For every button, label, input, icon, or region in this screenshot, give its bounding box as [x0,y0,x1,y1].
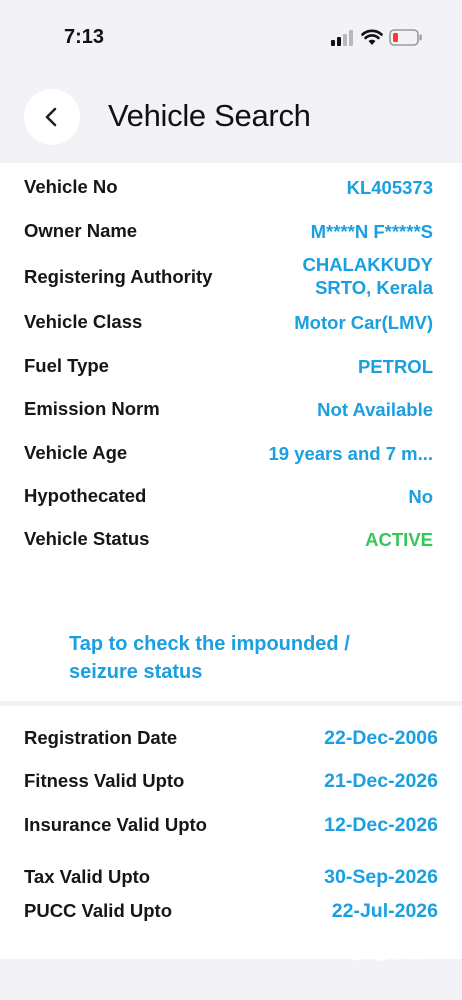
detail-label: Hypothecated [24,485,147,506]
detail-value: Motor Car(LMV) [294,312,433,333]
detail-value: CHALAKKUDY SRTO, Kerala [302,254,433,298]
header: Vehicle Search [0,86,462,162]
detail-value: Not Available [317,399,433,420]
detail-label: Fuel Type [24,355,109,376]
chevron-left-icon [45,107,57,127]
detail-label: Owner Name [24,220,138,241]
detail-label: Vehicle Class [24,311,143,332]
detail-value: No [408,486,433,507]
detail-value: KL405373 [346,177,433,198]
vehicle-details-panel: Vehicle No KL405373 Owner Name M****N F*… [0,163,462,701]
detail-value: PETROL [357,356,433,377]
impound-status-link[interactable]: Tap to check the impounded / seizure sta… [69,630,409,686]
status-time: 7:13 [64,26,105,48]
validity-label: PUCC Valid Upto [24,900,173,921]
battery-icon [389,29,422,46]
detail-label: Registering Authority [24,266,213,287]
wifi-icon [361,29,383,45]
page-title: Vehicle Search [108,98,311,133]
validity-value: 22-Dec-2006 [324,727,438,749]
signal-icon [331,30,353,46]
validity-value: 21-Dec-2026 [324,770,438,792]
olx-logo [345,933,418,961]
validity-label: Tax Valid Upto [24,866,151,887]
status-bar: 7:13 [0,0,462,76]
status-badge: ACTIVE [365,529,433,550]
validity-label: Fitness Valid Upto [24,770,185,791]
detail-label: Vehicle Status [24,528,150,549]
validity-value: 30-Sep-2026 [324,866,438,888]
detail-value: M****N F*****S [310,221,433,242]
detail-label: Emission Norm [24,398,160,419]
validity-label: Registration Date [24,727,178,748]
validity-panel: Registration Date 22-Dec-2006 Fitness Va… [0,706,462,959]
detail-label: Vehicle No [24,176,118,197]
validity-value: 12-Dec-2026 [324,814,438,836]
validity-value: 22-Jul-2026 [331,900,438,922]
validity-label: Insurance Valid Upto [24,814,207,835]
detail-value: 19 years and 7 m... [268,443,433,464]
detail-label: Vehicle Age [24,442,128,463]
back-button[interactable] [24,89,80,145]
